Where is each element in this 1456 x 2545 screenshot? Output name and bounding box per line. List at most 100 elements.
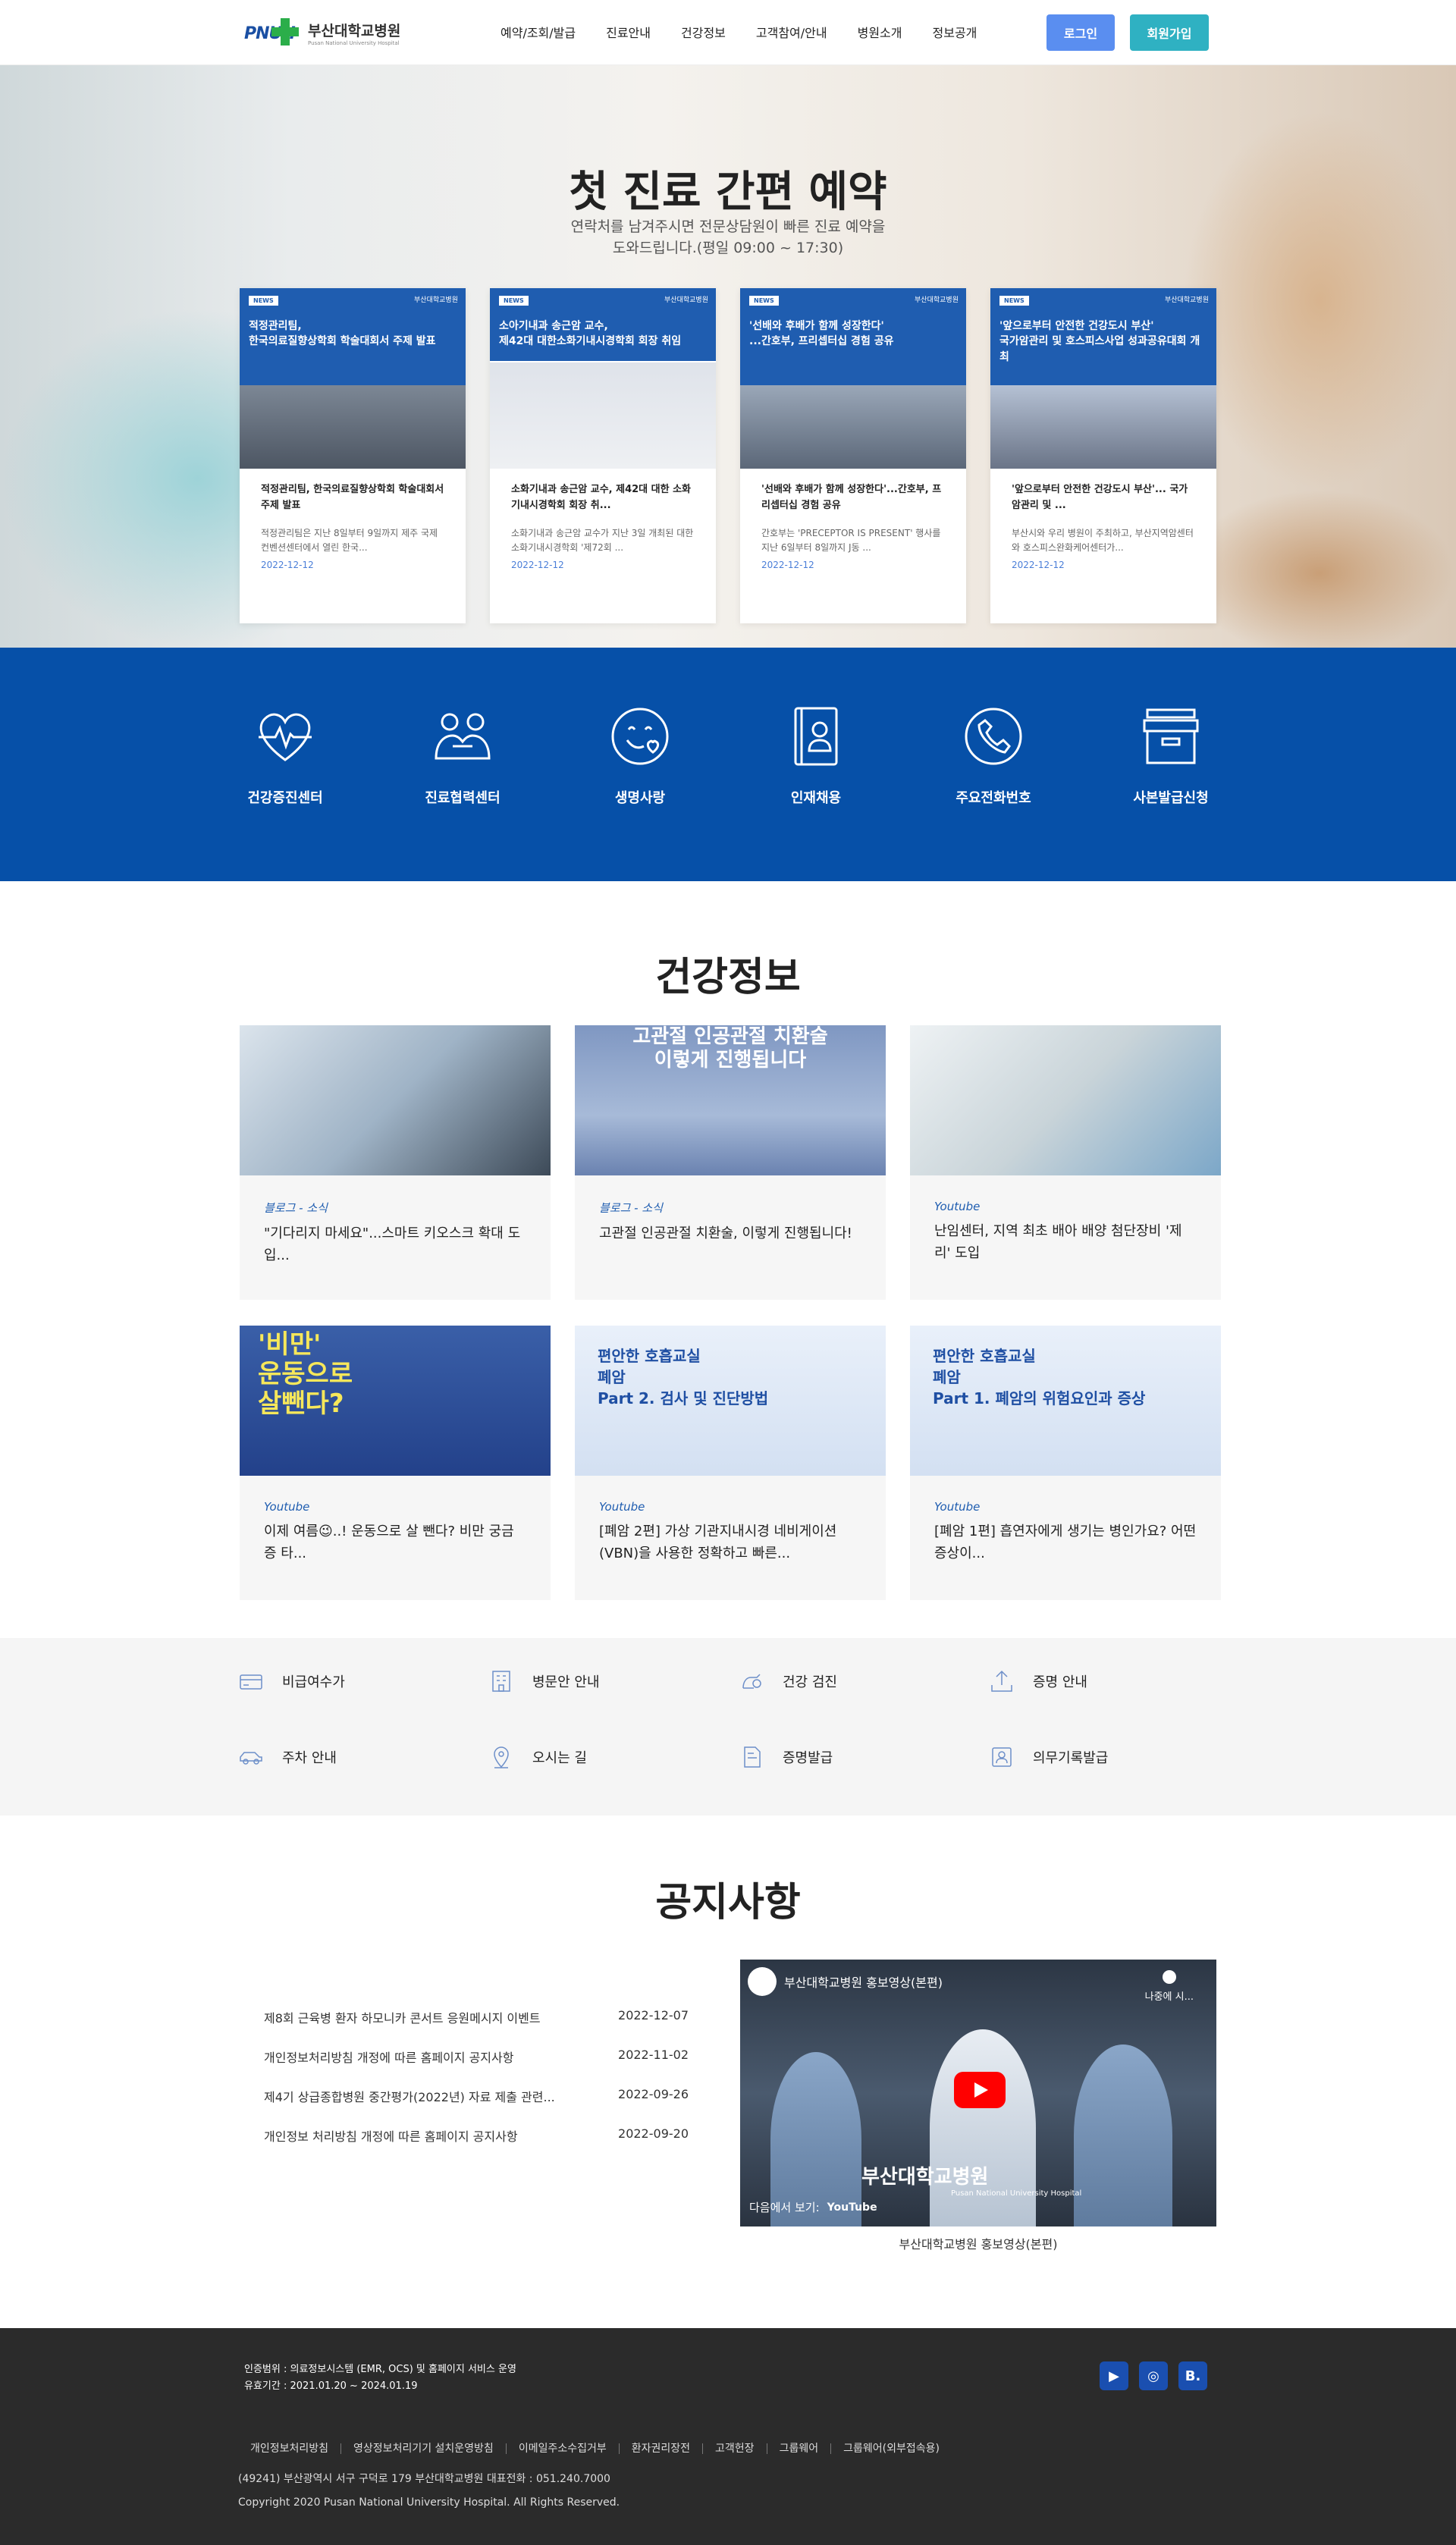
watch-on-youtube-link[interactable]: 다음에서 보기: YouTube [749,2199,877,2215]
service-label: 건강 검진 [783,1674,837,1690]
footer-link-email-refusal[interactable]: 이메일주소수집거부 [507,2443,620,2454]
footer-link-groupware[interactable]: 그룹웨어 [767,2443,832,2454]
news-date: 2022-12-12 [1012,560,1065,570]
nav-customer[interactable]: 고객참여/안내 [741,23,843,41]
pnuh-logo-mark: PNUH [244,17,303,49]
news-card[interactable]: NEWS 부산대학교병원 적정관리팀, 한국의료질향상학회 학술대회서 주제 발… [240,288,466,623]
quick-item-cooperation-center[interactable]: 진료협력센터 [402,704,523,807]
news-photo [240,385,466,469]
youtube-icon[interactable]: ▶ [1100,2361,1128,2390]
health-card-thumbnail [240,1025,551,1175]
footer-link-cctv-policy[interactable]: 영상정보처리기기 설치운영방침 [341,2443,507,2454]
news-card[interactable]: NEWS 부산대학교병원 소아기내과 송근암 교수, 제42대 대한소화기내시경… [490,288,716,623]
health-card-thumbnail-text: 고관절 인공관절 치환술 이렇게 진행됩니다 [632,1025,828,1072]
news-thumbnail: NEWS 부산대학교병원 '선배와 후배가 함께 성장한다' ...간호부, 프… [740,288,966,469]
quick-item-label: 주요전화번호 [956,790,1031,806]
service-label: 비급여수가 [282,1674,345,1690]
youtube-logo-icon: YouTube [827,2201,877,2214]
quick-item-health-center[interactable]: 건강증진센터 [224,704,346,807]
nav-treatment-guide[interactable]: 진료안내 [591,23,666,41]
news-card[interactable]: NEWS 부산대학교병원 '선배와 후배가 함께 성장한다' ...간호부, 프… [740,288,966,623]
quick-item-phone-numbers[interactable]: 주요전화번호 [933,704,1054,807]
health-card-title: 이제 여름😉..! 운동으로 살 뺀다? 비만 궁금증 타... [264,1524,514,1561]
footer-link-patient-rights[interactable]: 환자권리장전 [620,2443,704,2454]
quick-item-copy-request[interactable]: 사본발급신청 [1110,704,1232,807]
health-card-category: Youtube [599,1500,645,1514]
health-card-title: [폐암 1편] 흡연자에게 생기는 병인가요? 어떤 증상이... [934,1524,1197,1561]
building-icon [492,1671,510,1692]
health-card[interactable]: 편안한 호흡교실 폐암 Part 2. 검사 및 진단방법 Youtube [폐… [575,1326,886,1600]
hero-subtitle-line2: 도와드립니다.(평일 09:00 ~ 17:30) [612,239,844,256]
certification-period: 유효기간 : 2021.01.20 ~ 2024.01.19 [244,2380,418,2393]
health-card-thumbnail-text: 편안한 호흡교실 폐암 Part 2. 검사 및 진단방법 [598,1347,769,1407]
notice-item-date: 2022-11-02 [618,2048,689,2062]
health-card[interactable]: 고관절 인공관절 치환술 이렇게 진행됩니다 블로그 - 소식 고관절 인공관절… [575,1025,886,1300]
news-thumbnail-headline: '앞으로부터 안전한 건강도시 부산' 국가암관리 및 호스피스사업 성과공유대… [999,320,1200,363]
smile-heart-icon [611,708,669,765]
notice-item[interactable]: 제4기 상급종합병원 중간평가(2022년) 자료 제출 관련... 2022-… [264,2087,689,2126]
news-brand: 부산대학교병원 [664,297,708,304]
health-info-title: 건강정보 [655,955,801,1000]
play-button-icon[interactable] [954,2072,1006,2108]
service-health-checkup[interactable]: 건강 검진 [739,1668,837,1694]
nav-reservation[interactable]: 예약/조회/발급 [485,23,591,41]
nav-health-info[interactable]: 건강정보 [666,23,741,41]
location-pin-icon [494,1746,509,1768]
service-non-covered-fees[interactable]: 비급여수가 [238,1668,345,1694]
blog-icon[interactable]: B. [1178,2361,1207,2390]
heart-pulse-icon [259,713,312,761]
green-cross-icon [271,18,299,46]
notice-item[interactable]: 개인정보 처리방침 개정에 따른 홈페이지 공지사항 2022-09-20 [264,2126,689,2166]
news-brand: 부산대학교병원 [414,297,458,304]
news-brand: 부산대학교병원 [1165,297,1209,304]
channel-avatar[interactable] [748,1967,777,1996]
footer-link-privacy[interactable]: 개인정보처리방침 [238,2443,342,2454]
quick-item-label: 생명사랑 [614,790,666,806]
video-brand-name: 부산대학교병원 [861,2166,989,2189]
footer-link-groupware-external[interactable]: 그룹웨어(외부접속용) [831,2443,952,2454]
video-title[interactable]: 부산대학교병원 홍보영상(본편) [784,1972,943,1991]
handshake-people-icon [435,713,491,760]
health-card[interactable]: Youtube 난임센터, 지역 최초 배아 배양 첨단장비 '제리' 도입 [910,1025,1221,1300]
promo-video-player[interactable]: 부산대학교병원 홍보영상(본편) 나중에 시... 부산대학교병원 Pusan … [740,1960,1216,2226]
health-card-category: Youtube [264,1500,310,1514]
hero-section: 첫 진료 간편 예약 연락처를 남겨주시면 전문상담원이 빠른 진료 예약을 도… [0,65,1456,648]
instagram-icon[interactable]: ◎ [1139,2361,1168,2390]
health-card[interactable]: 편안한 호흡교실 폐암 Part 1. 폐암의 위험요인과 증상 Youtube… [910,1326,1221,1600]
service-visitor-guide[interactable]: 병문안 안내 [488,1668,600,1694]
quick-item-recruitment[interactable]: 인재채용 [755,704,877,807]
site-header: PNUH 부산대학교병원 Pusan National University H… [0,0,1456,65]
service-certificate-guide[interactable]: 증명 안내 [989,1668,1087,1694]
quick-item-life-love[interactable]: 생명사랑 [579,704,701,807]
notice-item-date: 2022-12-07 [618,2008,689,2023]
hospital-logo[interactable]: PNUH 부산대학교병원 Pusan National University H… [244,17,400,49]
news-photo [490,362,716,469]
health-card-category: 블로그 - 소식 [264,1201,328,1215]
nav-info-disclosure[interactable]: 정보공개 [918,23,993,41]
news-date: 2022-12-12 [761,560,814,570]
health-card[interactable]: 블로그 - 소식 "기다리지 마세요"...스마트 키오스크 확대 도입... [240,1025,551,1300]
notice-item-text: 개인정보 처리방침 개정에 따른 홈페이지 공지사항 [264,2129,518,2144]
news-tag: NEWS [249,296,278,306]
login-button[interactable]: 로그인 [1046,14,1115,51]
service-certificate-issue[interactable]: 증명발급 [739,1744,833,1770]
upload-icon [991,1670,1012,1692]
footer-link-customer-charter[interactable]: 고객헌장 [703,2443,767,2454]
notice-item[interactable]: 개인정보처리방침 개정에 따른 홈페이지 공지사항 2022-11-02 [264,2048,689,2087]
news-description: 간호부는 'PRECEPTOR IS PRESENT' 행사를 지난 6일부터 … [761,528,941,554]
join-button[interactable]: 회원가입 [1130,14,1209,51]
service-directions[interactable]: 오시는 길 [488,1744,587,1770]
car-icon [240,1752,262,1765]
news-thumbnail-headline: '선배와 후배가 함께 성장한다' ...간호부, 프리셉터십 경험 공유 [749,320,894,348]
health-card-category: 블로그 - 소식 [599,1201,663,1215]
health-card[interactable]: '비만' 운동으로 살뺀다? Youtube 이제 여름😉..! 운동으로 살 … [240,1326,551,1600]
health-card-title: 난임센터, 지역 최초 배아 배양 첨단장비 '제리' 도입 [934,1223,1182,1261]
watch-later-button[interactable]: 나중에 시... [1145,1970,1194,2003]
notice-list: 제8회 근육병 환자 하모니카 콘서트 응원메시지 이벤트 2022-12-07… [264,2008,689,2166]
service-parking-guide[interactable]: 주차 안내 [238,1744,337,1770]
hero-subtitle-line1: 연락처를 남겨주시면 전문상담원이 빠른 진료 예약을 [570,218,886,235]
service-medical-record-issue[interactable]: 의무기록발급 [989,1744,1108,1770]
nav-hospital-intro[interactable]: 병원소개 [843,23,918,41]
news-card[interactable]: NEWS 부산대학교병원 '앞으로부터 안전한 건강도시 부산' 국가암관리 및… [990,288,1216,623]
notice-item[interactable]: 제8회 근육병 환자 하모니카 콘서트 응원메시지 이벤트 2022-12-07 [264,2008,689,2048]
